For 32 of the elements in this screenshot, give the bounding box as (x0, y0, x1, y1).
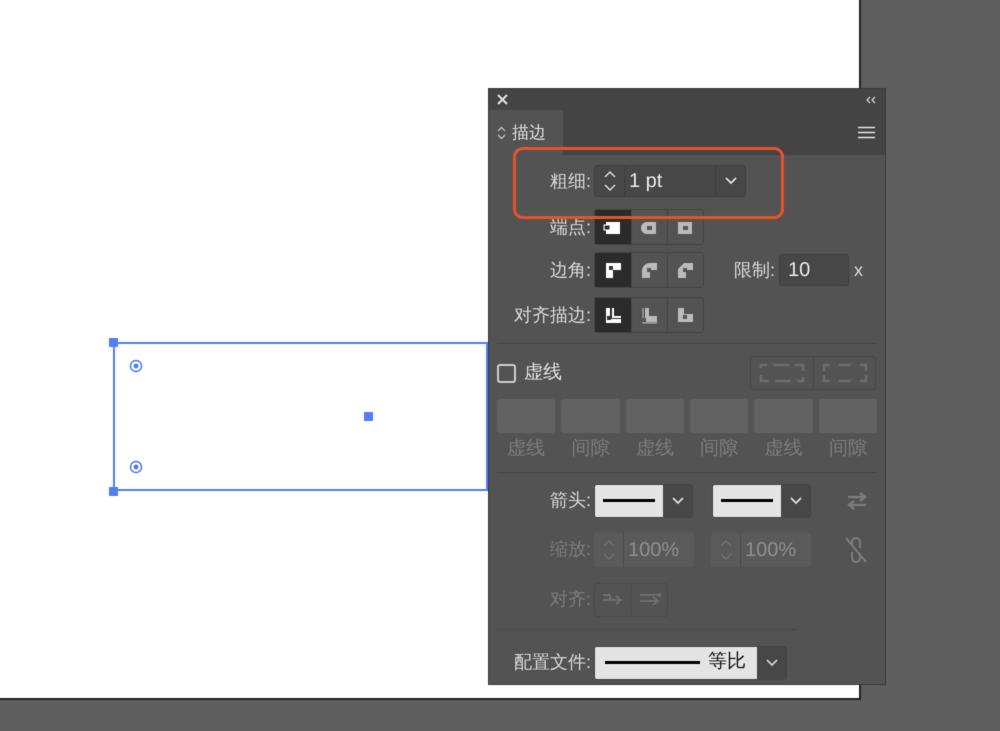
corner-style-button[interactable] (595, 253, 631, 287)
align-stroke-button[interactable] (595, 298, 631, 332)
field-label: 粗细: (548, 170, 592, 192)
close-icon[interactable] (497, 94, 508, 105)
field-label: 对齐描边: (512, 304, 592, 326)
anchor-handle[interactable] (109, 338, 118, 347)
arrowhead-dropdown[interactable] (712, 484, 811, 518)
unit-label: x (854, 258, 864, 282)
tab-label: 描边 (512, 122, 546, 144)
cap-style-button[interactable] (595, 210, 631, 244)
checkbox-label: 虚线 (524, 360, 562, 385)
center-point (364, 412, 373, 421)
anchor-handle[interactable] (109, 487, 118, 496)
arrowhead-dropdown[interactable] (594, 484, 693, 518)
menu-icon[interactable] (858, 126, 875, 139)
stepper-icon (497, 126, 506, 140)
corner-widget-icon[interactable] (129, 460, 143, 474)
collapse-icon[interactable] (865, 96, 877, 104)
corner-widget-icon[interactable] (129, 359, 143, 373)
checkbox[interactable] (497, 364, 516, 382)
caret-icon[interactable] (788, 496, 802, 506)
field-label: 配置文件: (512, 651, 592, 674)
caret-icon[interactable] (764, 658, 778, 668)
field-label: 限制: (734, 258, 776, 282)
panel-tab[interactable]: 描边 (489, 110, 563, 155)
field-label: 端点: (548, 216, 592, 238)
field-label: 箭头: (548, 489, 592, 512)
profile-dropdown[interactable]: 等比 (594, 646, 787, 680)
selected-rectangle[interactable] (113, 342, 488, 491)
limit-input[interactable]: 10 (779, 254, 850, 286)
caret-icon[interactable] (670, 496, 684, 506)
field-label: 边角: (548, 258, 592, 282)
